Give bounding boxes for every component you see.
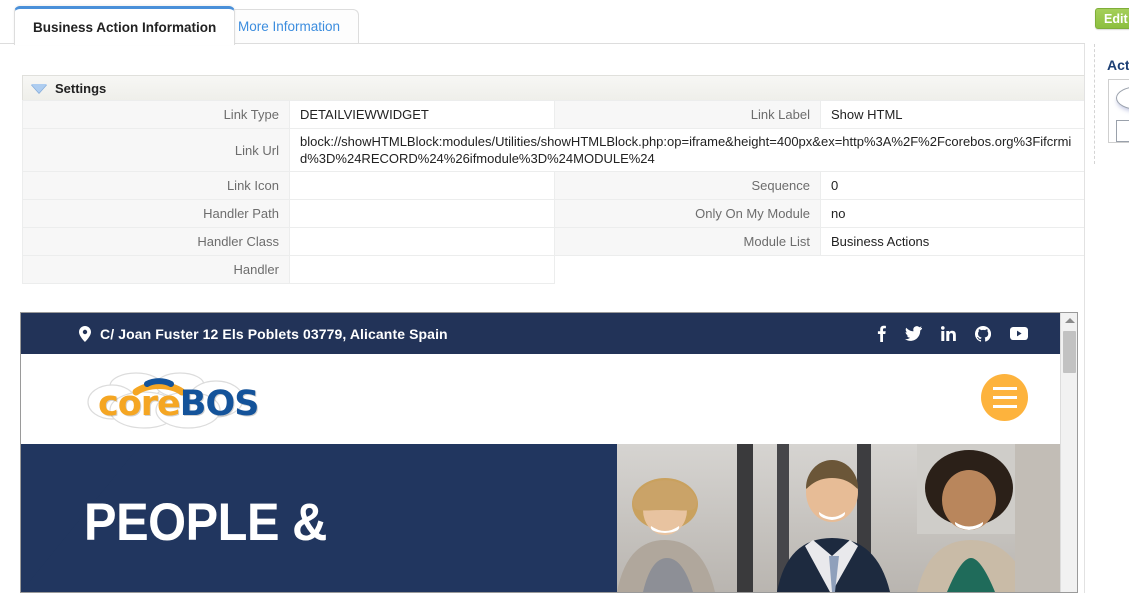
hero-section: PEOPLE & (21, 444, 1062, 592)
table-row: Handler Path Only On My Module no (22, 199, 1084, 228)
iframe-content: C/ Joan Fuster 12 Els Poblets 03779, Ali… (21, 313, 1062, 592)
linkedin-icon[interactable] (941, 326, 956, 341)
field-label-module-list: Module List (554, 227, 821, 256)
html-block-iframe[interactable]: C/ Joan Fuster 12 Els Poblets 03779, Ali… (20, 312, 1078, 593)
field-label-handler-path: Handler Path (22, 199, 290, 228)
main-content: Settings Link Type DETAILVIEWWIDGET Link… (0, 44, 1085, 593)
tab-label: More Information (238, 19, 341, 34)
table-row: Link Url block://showHTMLBlock:modules/U… (22, 128, 1084, 172)
field-label-handler-class: Handler Class (22, 227, 290, 256)
scrollbar-thumb[interactable] (1063, 331, 1076, 373)
hamburger-menu-icon[interactable] (981, 374, 1028, 421)
map-pin-icon (79, 325, 91, 342)
corebos-wordmark: coreBOS (98, 384, 260, 424)
panel-title: Act (1107, 57, 1129, 73)
three-business-people-photo (617, 444, 1062, 592)
field-value-empty (820, 255, 1084, 284)
corebos-logo[interactable]: coreBOS (84, 366, 264, 432)
field-label-handler: Handler (22, 255, 290, 284)
edit-button[interactable]: Edit (1095, 8, 1129, 29)
field-value-link-label: Show HTML (820, 100, 1084, 129)
facebook-icon[interactable] (877, 325, 886, 342)
settings-block: Settings Link Type DETAILVIEWWIDGET Link… (22, 75, 1084, 284)
field-label-link-label: Link Label (554, 100, 821, 129)
triangle-down-icon[interactable] (31, 83, 47, 93)
logo-text-core: core (98, 384, 181, 424)
logo-text-bos: BOS (179, 384, 260, 424)
hero-title: PEOPLE & (84, 493, 327, 552)
field-label-link-type: Link Type (22, 100, 290, 129)
oval-toggle[interactable] (1116, 86, 1129, 110)
field-value-sequence: 0 (820, 171, 1084, 200)
field-value-handler-class (289, 227, 555, 256)
scroll-up-arrow-icon[interactable] (1061, 313, 1077, 328)
field-value-link-icon (289, 171, 555, 200)
field-value-module-list: Business Actions (820, 227, 1084, 256)
tab-bar: Business Action Information More Informa… (0, 0, 1085, 45)
table-row: Link Type DETAILVIEWWIDGET Link Label Sh… (22, 100, 1084, 129)
burger-line (992, 396, 1017, 399)
right-sidebar: Edit Act (1086, 0, 1129, 593)
field-label-only-on-my-module: Only On My Module (554, 199, 821, 228)
field-value-handler-path (289, 199, 555, 228)
field-value-handler (289, 255, 555, 284)
field-label-link-icon: Link Icon (22, 171, 290, 200)
settings-title: Settings (55, 80, 107, 96)
field-value-only-on-my-module: no (820, 199, 1084, 228)
detail-table: Link Type DETAILVIEWWIDGET Link Label Sh… (22, 100, 1084, 284)
address-block: C/ Joan Fuster 12 Els Poblets 03779, Ali… (79, 325, 448, 342)
twitter-icon[interactable] (905, 326, 922, 341)
field-label-empty (554, 255, 821, 284)
table-row: Handler Class Module List Business Actio… (22, 227, 1084, 256)
panel-card (1108, 79, 1129, 143)
square-checkbox[interactable] (1116, 120, 1129, 142)
page-root: Business Action Information More Informa… (0, 0, 1129, 593)
address-text: C/ Joan Fuster 12 Els Poblets 03779, Ali… (100, 325, 448, 342)
site-logo-bar: coreBOS (21, 354, 1062, 444)
field-value-link-type: DETAILVIEWWIDGET (289, 100, 555, 129)
tab-more-information[interactable]: More Information (219, 9, 360, 43)
tab-business-action-information[interactable]: Business Action Information (14, 6, 236, 45)
burger-line (992, 405, 1017, 408)
settings-header[interactable]: Settings (22, 75, 1084, 100)
field-value-link-url[interactable]: block://showHTMLBlock:modules/Utilities/… (289, 128, 1084, 172)
tab-label: Business Action Information (33, 19, 217, 35)
burger-line (992, 387, 1017, 390)
table-row: Link Icon Sequence 0 (22, 171, 1084, 200)
youtube-icon[interactable] (1010, 327, 1028, 340)
iframe-scrollbar[interactable] (1060, 313, 1077, 592)
field-label-sequence: Sequence (554, 171, 821, 200)
social-links (877, 313, 1028, 354)
photo-illustration (617, 444, 1062, 592)
site-topbar: C/ Joan Fuster 12 Els Poblets 03779, Ali… (21, 313, 1062, 354)
table-row: Handler (22, 255, 1084, 284)
edit-button-label: Edit (1104, 11, 1128, 26)
github-icon[interactable] (975, 325, 991, 342)
field-label-link-url: Link Url (22, 128, 290, 172)
